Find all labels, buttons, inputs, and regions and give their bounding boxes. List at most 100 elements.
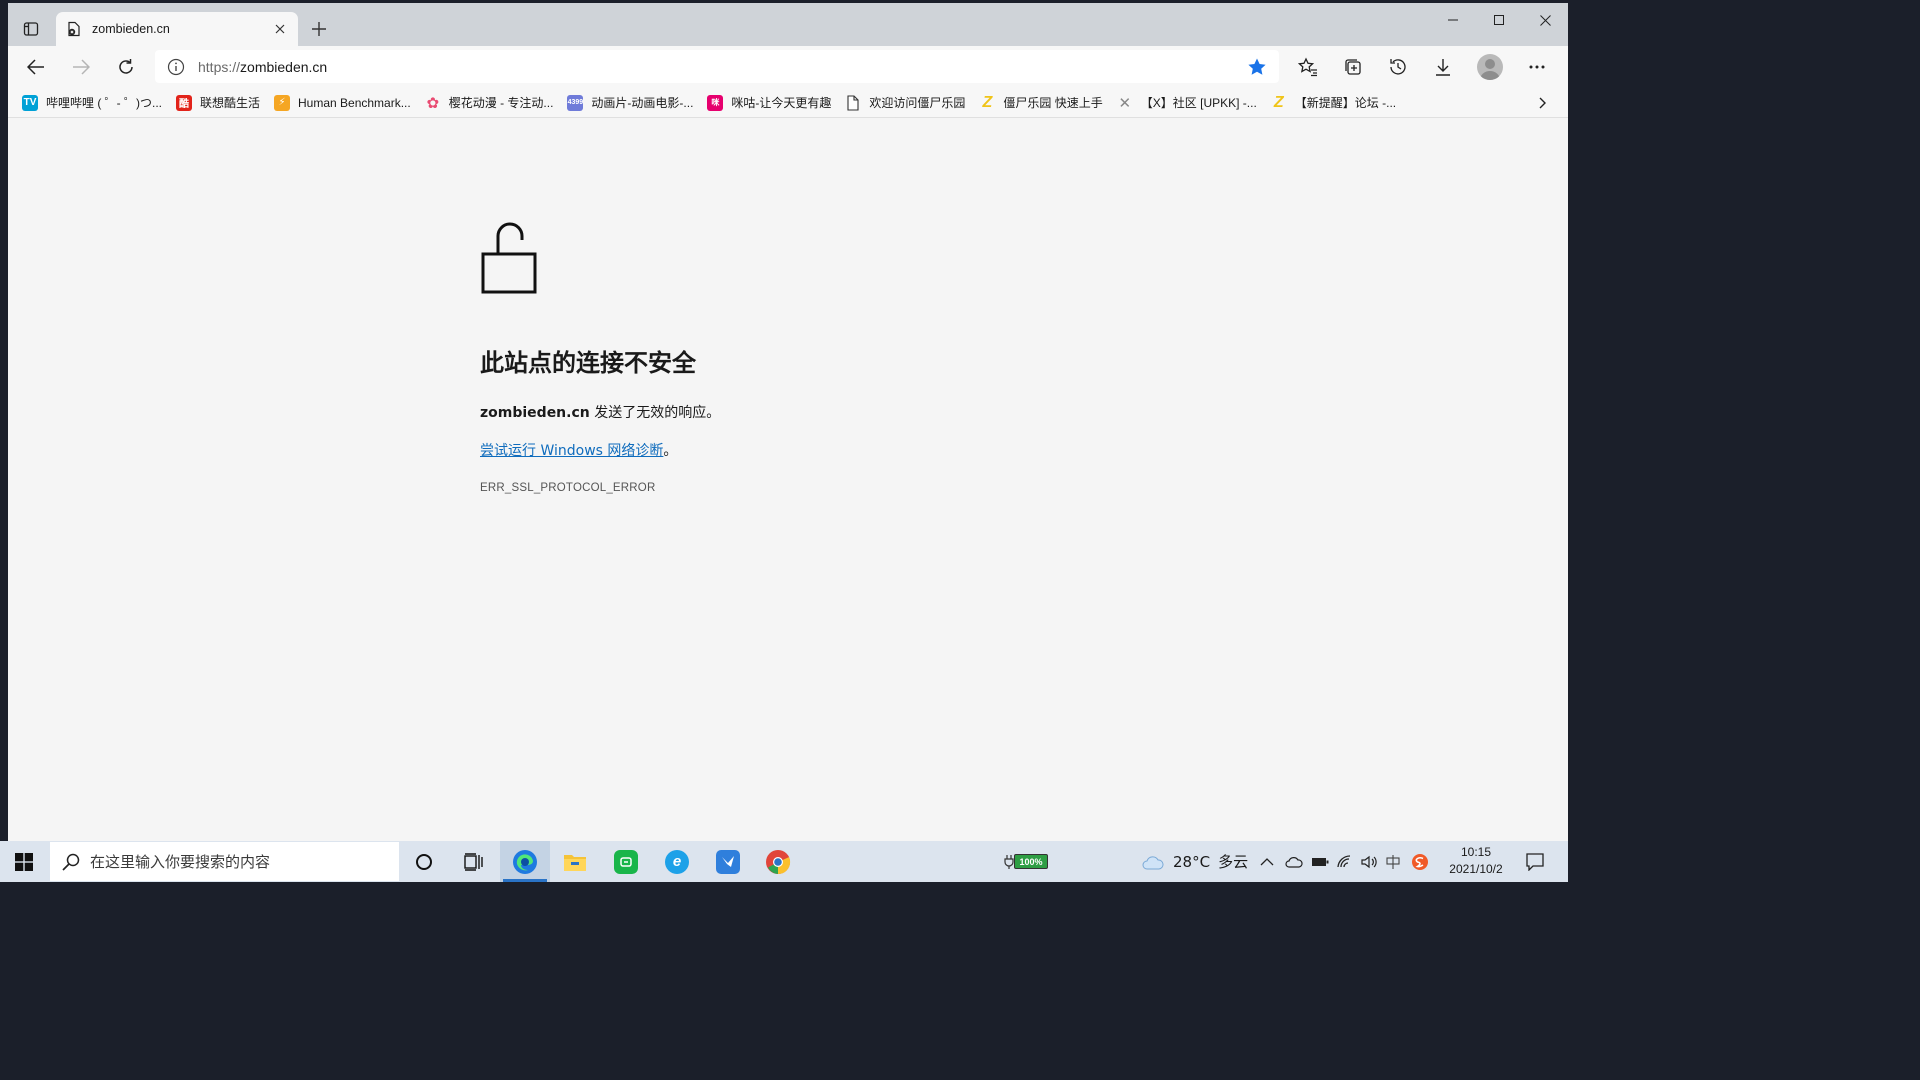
maximize-button[interactable]	[1476, 3, 1522, 37]
chevron-up-icon[interactable]	[1260, 857, 1276, 867]
bilibili-icon: TV	[22, 94, 38, 111]
cortana-icon	[416, 853, 432, 870]
4399-icon: 4399	[567, 94, 584, 111]
favorite-item[interactable]: ⚡ Human Benchmark...	[274, 91, 411, 115]
battery-level: 100%	[1014, 854, 1048, 869]
search-icon	[62, 853, 80, 871]
migu-icon: 咪	[707, 94, 724, 111]
diagnostics-line: 尝试运行 Windows 网络诊断。	[480, 440, 677, 460]
z-logo-icon: Z	[1273, 93, 1284, 111]
weather-temperature: 28°C	[1173, 852, 1211, 871]
wifi-icon[interactable]	[1337, 854, 1353, 869]
tab-close-icon[interactable]	[272, 21, 288, 37]
tab-strip: zombieden.cn	[8, 3, 1568, 46]
clock-time: 10:15	[1460, 845, 1492, 859]
favorite-item[interactable]: Z 僵尸乐园 快速上手	[979, 91, 1103, 115]
url-host: zombieden.cn	[240, 58, 328, 75]
browser-toolbar: https://zombieden.cn	[8, 46, 1568, 88]
lenovo-icon: 酷	[176, 94, 192, 111]
favorite-item[interactable]: 咪咪咕-让今天更有趣	[707, 91, 831, 115]
favorite-item[interactable]: TV 哔哩哔哩 ( ゜- ゜)つ...	[22, 91, 162, 115]
collections-button[interactable]	[1341, 55, 1365, 79]
taskbar-search-box[interactable]: 在这里输入你要搜索的内容	[50, 842, 399, 881]
collections-icon	[1345, 59, 1361, 75]
taskbar-app-green-button[interactable]	[601, 841, 651, 882]
refresh-button[interactable]	[114, 55, 138, 79]
favorite-label: 欢迎访问僵尸乐园	[869, 96, 966, 110]
start-button[interactable]	[0, 841, 48, 882]
notification-icon	[1526, 852, 1544, 871]
task-view-icon	[464, 852, 483, 871]
maximize-icon	[1494, 15, 1504, 25]
favorite-label: 哔哩哔哩 ( ゜- ゜)つ...	[46, 96, 162, 110]
weather-widget[interactable]: 28°C 多云	[1142, 841, 1248, 882]
link-suffix: 。	[663, 443, 678, 459]
site-info-icon[interactable]	[167, 58, 185, 76]
profile-avatar[interactable]	[1477, 54, 1503, 80]
refresh-icon	[119, 59, 133, 74]
favorite-label: 樱花动漫 - 专注动...	[448, 96, 554, 110]
notification-center-button[interactable]	[1510, 841, 1560, 882]
favorite-item[interactable]: Z 【新提醒】论坛 -...	[1271, 91, 1396, 115]
favorite-item[interactable]: 酷联想酷生活	[176, 91, 260, 115]
system-tray	[1260, 841, 1429, 882]
sogou-ime-icon[interactable]	[1411, 853, 1429, 871]
edge-browser-icon	[513, 849, 537, 874]
history-button[interactable]	[1386, 55, 1410, 79]
unlocked-padlock-icon	[481, 222, 537, 294]
download-icon	[1436, 59, 1450, 76]
favorites-list-icon	[1298, 57, 1317, 77]
onedrive-cloud-icon[interactable]	[1285, 856, 1303, 868]
x-logo-icon: ✕	[1118, 94, 1132, 112]
forward-button[interactable]	[69, 55, 93, 79]
tab-actions-button[interactable]	[19, 17, 43, 41]
task-view-button[interactable]	[449, 841, 499, 882]
window-controls	[1430, 3, 1568, 37]
favorite-item[interactable]: ✕ 【X】社区 [UPKK] -...	[1117, 91, 1256, 115]
settings-more-button[interactable]	[1525, 55, 1549, 79]
input-method-icon[interactable]	[1385, 854, 1401, 870]
battery-indicator[interactable]: 100%	[1004, 853, 1050, 870]
favorite-label: 联想酷生活	[200, 96, 261, 110]
minimize-button[interactable]	[1430, 3, 1476, 37]
cloudy-weather-icon	[1142, 855, 1164, 869]
browser-e-icon: e	[665, 849, 689, 874]
battery-icon[interactable]	[1311, 856, 1329, 868]
taskbar-chrome-button[interactable]	[753, 841, 803, 882]
chevron-right-icon[interactable]	[1534, 95, 1550, 111]
volume-icon[interactable]	[1361, 855, 1377, 869]
sakura-icon: ✿	[426, 94, 440, 112]
taskbar-edge-button[interactable]	[500, 841, 550, 882]
tab-active[interactable]: zombieden.cn	[56, 12, 298, 46]
network-diagnostics-link[interactable]: 尝试运行 Windows 网络诊断	[480, 443, 663, 459]
bird-app-icon	[716, 849, 740, 874]
error-title: 此站点的连接不安全	[480, 349, 696, 377]
favorite-item[interactable]: 4399 动画片-动画电影-...	[567, 91, 693, 115]
clock-date: 2021/10/2	[1449, 862, 1503, 876]
tab-title: zombieden.cn	[92, 22, 170, 36]
taskbar-clock[interactable]: 10:15 2021/10/2	[1436, 844, 1516, 878]
page-content: 此站点的连接不安全 zombieden.cn 发送了无效的响应。 尝试运行 Wi…	[8, 118, 1568, 841]
favorite-item[interactable]: ✿ 樱花动漫 - 专注动...	[425, 91, 554, 115]
error-message: zombieden.cn 发送了无效的响应。	[480, 402, 720, 422]
green-app-icon	[614, 849, 638, 874]
error-message-text: 发送了无效的响应。	[589, 405, 721, 421]
address-bar[interactable]: https://zombieden.cn	[155, 50, 1279, 83]
url-text[interactable]: https://zombieden.cn	[198, 59, 1247, 75]
favorite-label: Human Benchmark...	[298, 95, 411, 110]
new-tab-button[interactable]	[308, 18, 330, 40]
back-button[interactable]	[24, 55, 48, 79]
close-window-button[interactable]	[1522, 3, 1568, 37]
favorite-star-icon[interactable]	[1247, 57, 1267, 77]
taskbar-ie-button[interactable]: e	[652, 841, 702, 882]
favorite-item[interactable]: 欢迎访问僵尸乐园	[845, 91, 965, 115]
taskbar-explorer-button[interactable]	[550, 841, 600, 882]
favorites-button[interactable]	[1296, 55, 1320, 79]
browser-window: zombieden.cn https://zombieden.cn TV 哔哩哔…	[8, 3, 1568, 841]
cortana-button[interactable]	[399, 841, 449, 882]
page-error-icon	[66, 21, 82, 37]
taskbar-app-blue-button[interactable]	[703, 841, 753, 882]
downloads-button[interactable]	[1431, 55, 1455, 79]
z-logo-icon: Z	[982, 93, 993, 111]
search-placeholder: 在这里输入你要搜索的内容	[90, 853, 271, 871]
